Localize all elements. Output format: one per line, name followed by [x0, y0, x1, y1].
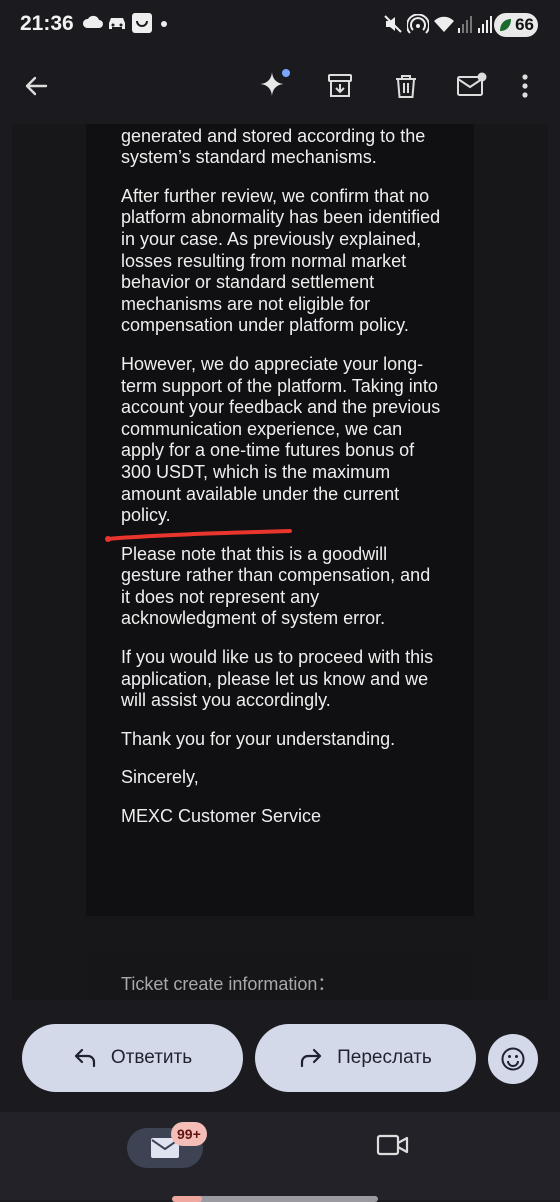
red-underline-annotation	[105, 529, 292, 542]
body-paragraph: Please note that this is a goodwill gest…	[121, 543, 431, 629]
mark-unread-button[interactable]	[452, 66, 492, 106]
sparkle-icon	[259, 69, 290, 97]
forward-button[interactable]: Переслать	[255, 1024, 476, 1092]
signal-2-icon	[478, 16, 492, 33]
emoji-icon	[501, 1047, 525, 1071]
reply-action-bar: Ответить Переслать	[0, 1000, 560, 1112]
wifi-icon	[434, 16, 454, 32]
ticket-info-label: Ticket create information：	[121, 974, 336, 994]
gesture-home-indicator	[182, 1196, 378, 1202]
reply-icon	[74, 1048, 95, 1068]
forward-label: Переслать	[337, 1047, 432, 1068]
home-indicator-accent	[172, 1196, 202, 1202]
gemini-button[interactable]	[254, 66, 294, 106]
forward-icon	[301, 1048, 322, 1068]
shopping-bag-icon	[132, 13, 152, 33]
battery-level: 66	[515, 15, 534, 34]
top-app-bar	[0, 50, 560, 120]
body-paragraph: Sincerely,	[121, 767, 199, 788]
arrow-back-icon	[25, 76, 48, 96]
video-camera-icon	[376, 1134, 409, 1156]
emoji-reaction-button[interactable]	[488, 1034, 538, 1084]
status-time: 21:36	[20, 12, 74, 35]
message-body: trading records, and all data is generat…	[121, 124, 441, 845]
archive-button[interactable]	[320, 66, 360, 106]
email-content: trading records, and all data is generat…	[12, 124, 548, 1000]
notification-dot-icon	[161, 21, 167, 27]
body-paragraph: After further review, we confirm that no…	[121, 185, 441, 336]
archive-icon	[328, 74, 352, 97]
battery-indicator: 66	[494, 13, 538, 37]
mail-unread-icon	[457, 72, 487, 96]
body-paragraph: If you would like us to proceed with thi…	[121, 647, 434, 711]
signal-1-icon	[458, 16, 472, 33]
signature: MEXC Customer Service	[121, 806, 322, 827]
back-button[interactable]	[16, 66, 56, 106]
status-bar: 21:36 66	[0, 0, 560, 50]
cloud-icon	[82, 15, 103, 28]
hotspot-icon	[407, 14, 429, 34]
mute-icon	[384, 15, 402, 33]
body-paragraph: Thank you for your understanding.	[121, 728, 396, 749]
unread-count-badge: 99+	[171, 1122, 207, 1146]
body-paragraph: However, we do appreciate your long-term…	[121, 353, 441, 526]
bottom-navigation: 99+	[0, 1112, 560, 1202]
reply-button[interactable]: Ответить	[22, 1024, 243, 1092]
more-vert-icon	[522, 74, 528, 98]
ticket-info-card: Ticket create information：	[86, 950, 474, 1000]
reply-label: Ответить	[110, 1047, 193, 1068]
battery-saver-leaf-icon	[500, 19, 511, 31]
body-paragraph: trading records, and all data is generat…	[121, 125, 426, 168]
car-icon	[109, 18, 125, 29]
trash-icon	[396, 75, 416, 98]
message-card: trading records, and all data is generat…	[86, 124, 474, 916]
delete-button[interactable]	[386, 66, 426, 106]
nav-meet-tab[interactable]	[376, 1132, 410, 1163]
more-options-button[interactable]	[510, 66, 540, 106]
